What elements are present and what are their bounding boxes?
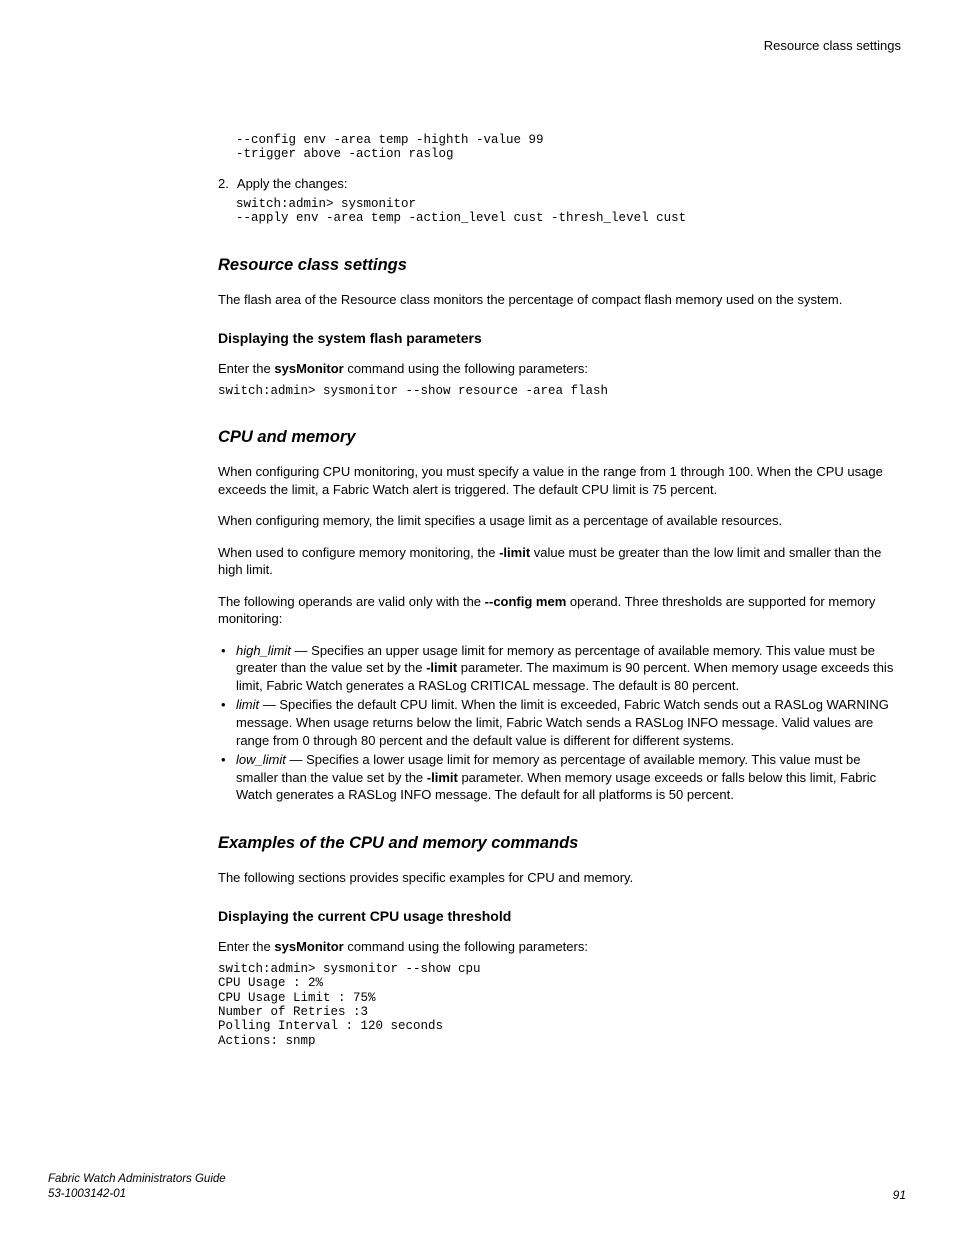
examples-enter-line: Enter the sysMonitor command using the f…	[218, 938, 898, 956]
footer-doc-number: 53-1003142-01	[48, 1187, 226, 1202]
list-item: low_limit — Specifies a lower usage limi…	[218, 751, 898, 804]
operand-name: low_limit	[236, 752, 286, 767]
heading-examples: Examples of the CPU and memory commands	[218, 834, 898, 853]
footer-left: Fabric Watch Administrators Guide 53-100…	[48, 1172, 226, 1202]
subheading-cpu-threshold: Displaying the current CPU usage thresho…	[218, 908, 898, 924]
list-item: high_limit — Specifies an upper usage li…	[218, 642, 898, 695]
text: The following operands are valid only wi…	[218, 594, 485, 609]
operand-name: high_limit	[236, 643, 291, 658]
step-2: 2. Apply the changes:	[218, 176, 898, 191]
flag-config-mem: --config mem	[485, 594, 567, 609]
heading-resource-class: Resource class settings	[218, 256, 898, 275]
code-config-env: --config env -area temp -highth -value 9…	[236, 133, 898, 162]
text: Enter the	[218, 361, 274, 376]
command-name: sysMonitor	[274, 939, 343, 954]
heading-cpu-memory: CPU and memory	[218, 428, 898, 447]
resource-enter-line: Enter the sysMonitor command using the f…	[218, 360, 898, 378]
footer-guide-title: Fabric Watch Administrators Guide	[48, 1172, 226, 1187]
flag-limit: -limit	[427, 770, 458, 785]
operand-list: high_limit — Specifies an upper usage li…	[218, 642, 898, 804]
text: — Specifies the default CPU limit. When …	[236, 697, 889, 747]
list-item: limit — Specifies the default CPU limit.…	[218, 696, 898, 749]
text: Enter the	[218, 939, 274, 954]
page-footer: Fabric Watch Administrators Guide 53-100…	[48, 1172, 906, 1202]
step-text: Apply the changes:	[237, 176, 348, 191]
text: When used to configure memory monitoring…	[218, 545, 499, 560]
flag-limit: -limit	[426, 660, 457, 675]
operand-name: limit	[236, 697, 259, 712]
header-section-label: Resource class settings	[48, 38, 906, 53]
code-show-resource: switch:admin> sysmonitor --show resource…	[218, 384, 898, 398]
examples-para-1: The following sections provides specific…	[218, 869, 898, 887]
flag-limit: -limit	[499, 545, 530, 560]
cpu-para-4: The following operands are valid only wi…	[218, 593, 898, 628]
main-content: --config env -area temp -highth -value 9…	[218, 133, 898, 1048]
resource-para-1: The flash area of the Resource class mon…	[218, 291, 898, 309]
cpu-para-3: When used to configure memory monitoring…	[218, 544, 898, 579]
code-show-cpu: switch:admin> sysmonitor --show cpu CPU …	[218, 962, 898, 1048]
text: command using the following parameters:	[344, 939, 588, 954]
cpu-para-2: When configuring memory, the limit speci…	[218, 512, 898, 530]
step-number: 2.	[218, 176, 234, 191]
footer-page-number: 91	[893, 1188, 906, 1202]
cpu-para-1: When configuring CPU monitoring, you mus…	[218, 463, 898, 498]
subheading-flash-params: Displaying the system flash parameters	[218, 330, 898, 346]
command-name: sysMonitor	[274, 361, 343, 376]
text: command using the following parameters:	[344, 361, 588, 376]
code-apply-env: switch:admin> sysmonitor --apply env -ar…	[236, 197, 898, 226]
